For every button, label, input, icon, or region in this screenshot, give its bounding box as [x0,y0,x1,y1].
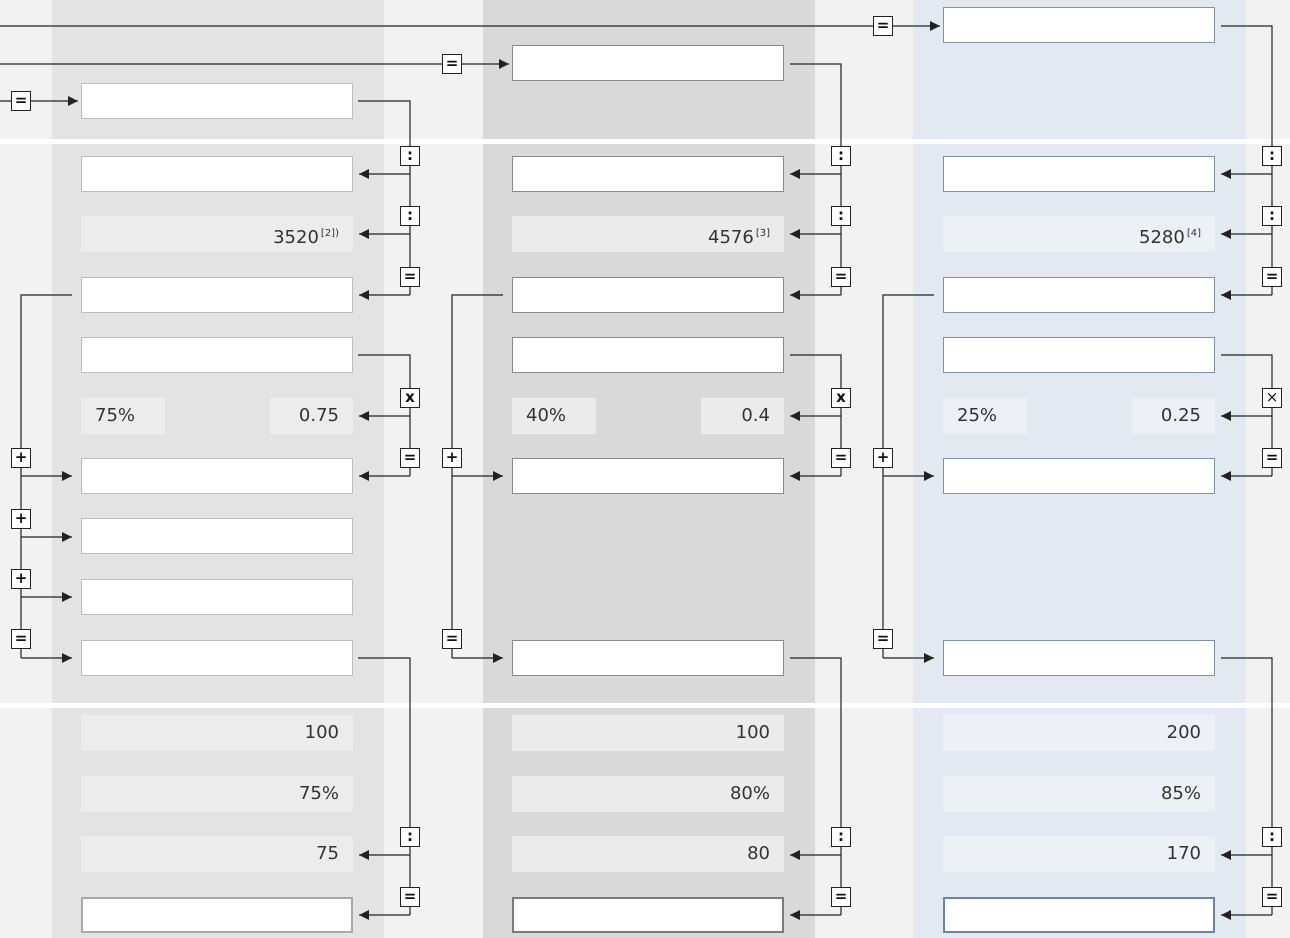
col3-input-product[interactable] [943,458,1215,494]
col1-result-value: 75 [81,836,353,872]
divide-operator: : [400,827,420,847]
col2-input-final[interactable] [512,897,784,933]
divide-operator: : [1262,827,1282,847]
col3-decimal-value: 0.25 [1132,398,1215,434]
col3-result-value: 170 [943,836,1215,872]
col3-input-sum[interactable] [943,640,1215,676]
equals-operator: = [442,54,462,74]
col3-input-final[interactable] [943,897,1215,933]
plus-operator: + [11,509,31,529]
col1-percent-label: 75% [81,398,165,434]
divide-operator: : [831,146,851,166]
col1-input-product[interactable] [81,458,353,494]
plus-operator: + [873,448,893,468]
equals-operator: = [400,887,420,907]
col2-reference-value: 4576 [3] [512,216,784,252]
divide-operator: : [831,827,851,847]
col1-reference-number: 3520 [273,227,319,248]
col2-reference-number: 4576 [708,227,754,248]
divide-operator: : [1262,146,1282,166]
equals-operator: = [400,267,420,287]
equals-operator: = [442,629,462,649]
col2-result-value: 80 [512,836,784,872]
col2-input-top[interactable] [512,45,784,81]
col2-input-product[interactable] [512,458,784,494]
equals-operator: = [831,448,851,468]
divide-operator: : [1262,206,1282,226]
col1-input-sum[interactable] [81,640,353,676]
col1-input-factor[interactable] [81,337,353,373]
multiply-operator: x [831,388,851,408]
col1-input-quotient[interactable] [81,156,353,192]
col1-input-final[interactable] [81,897,353,933]
equals-operator: = [11,629,31,649]
equals-operator: = [831,887,851,907]
col3-input-top[interactable] [943,7,1215,43]
col3-reference-footnote: [4] [1186,228,1201,239]
col1-reference-footnote: [2]) [320,228,339,239]
col1-rate-value: 75% [81,776,353,812]
equals-operator: = [873,629,893,649]
col3-rate-value: 85% [943,776,1215,812]
divide-operator: : [831,206,851,226]
col3-reference-value: 5280 [4] [943,216,1215,252]
col2-rate-value: 80% [512,776,784,812]
col3-reference-number: 5280 [1139,227,1185,248]
col1-decimal-value: 0.75 [270,398,353,434]
plus-operator: + [11,569,31,589]
divide-operator: : [400,206,420,226]
col2-input-result[interactable] [512,277,784,313]
col3-input-factor[interactable] [943,337,1215,373]
plus-operator: + [442,448,462,468]
col3-base-value: 200 [943,715,1215,751]
plus-operator: + [11,448,31,468]
multiply-operator: × [1262,388,1282,408]
divide-operator: : [400,146,420,166]
equals-operator: = [831,267,851,287]
col1-reference-value: 3520 [2]) [81,216,353,252]
col1-input-top[interactable] [81,83,353,119]
col2-input-sum[interactable] [512,640,784,676]
col1-input-addend-2[interactable] [81,518,353,554]
col2-decimal-value: 0.4 [701,398,784,434]
equals-operator: = [1262,267,1282,287]
col2-base-value: 100 [512,715,784,751]
multiply-operator: x [400,388,420,408]
equals-operator: = [1262,887,1282,907]
col1-base-value: 100 [81,715,353,751]
col2-percent-label: 40% [512,398,596,434]
col3-percent-label: 25% [943,398,1027,434]
col2-input-factor[interactable] [512,337,784,373]
col3-input-quotient[interactable] [943,156,1215,192]
equals-operator: = [11,91,31,111]
col2-reference-footnote: [3] [755,228,770,239]
equals-operator: = [873,16,893,36]
col1-input-addend-3[interactable] [81,579,353,615]
col2-input-quotient[interactable] [512,156,784,192]
col3-input-result[interactable] [943,277,1215,313]
equals-operator: = [1262,448,1282,468]
col1-input-result[interactable] [81,277,353,313]
equals-operator: = [400,448,420,468]
